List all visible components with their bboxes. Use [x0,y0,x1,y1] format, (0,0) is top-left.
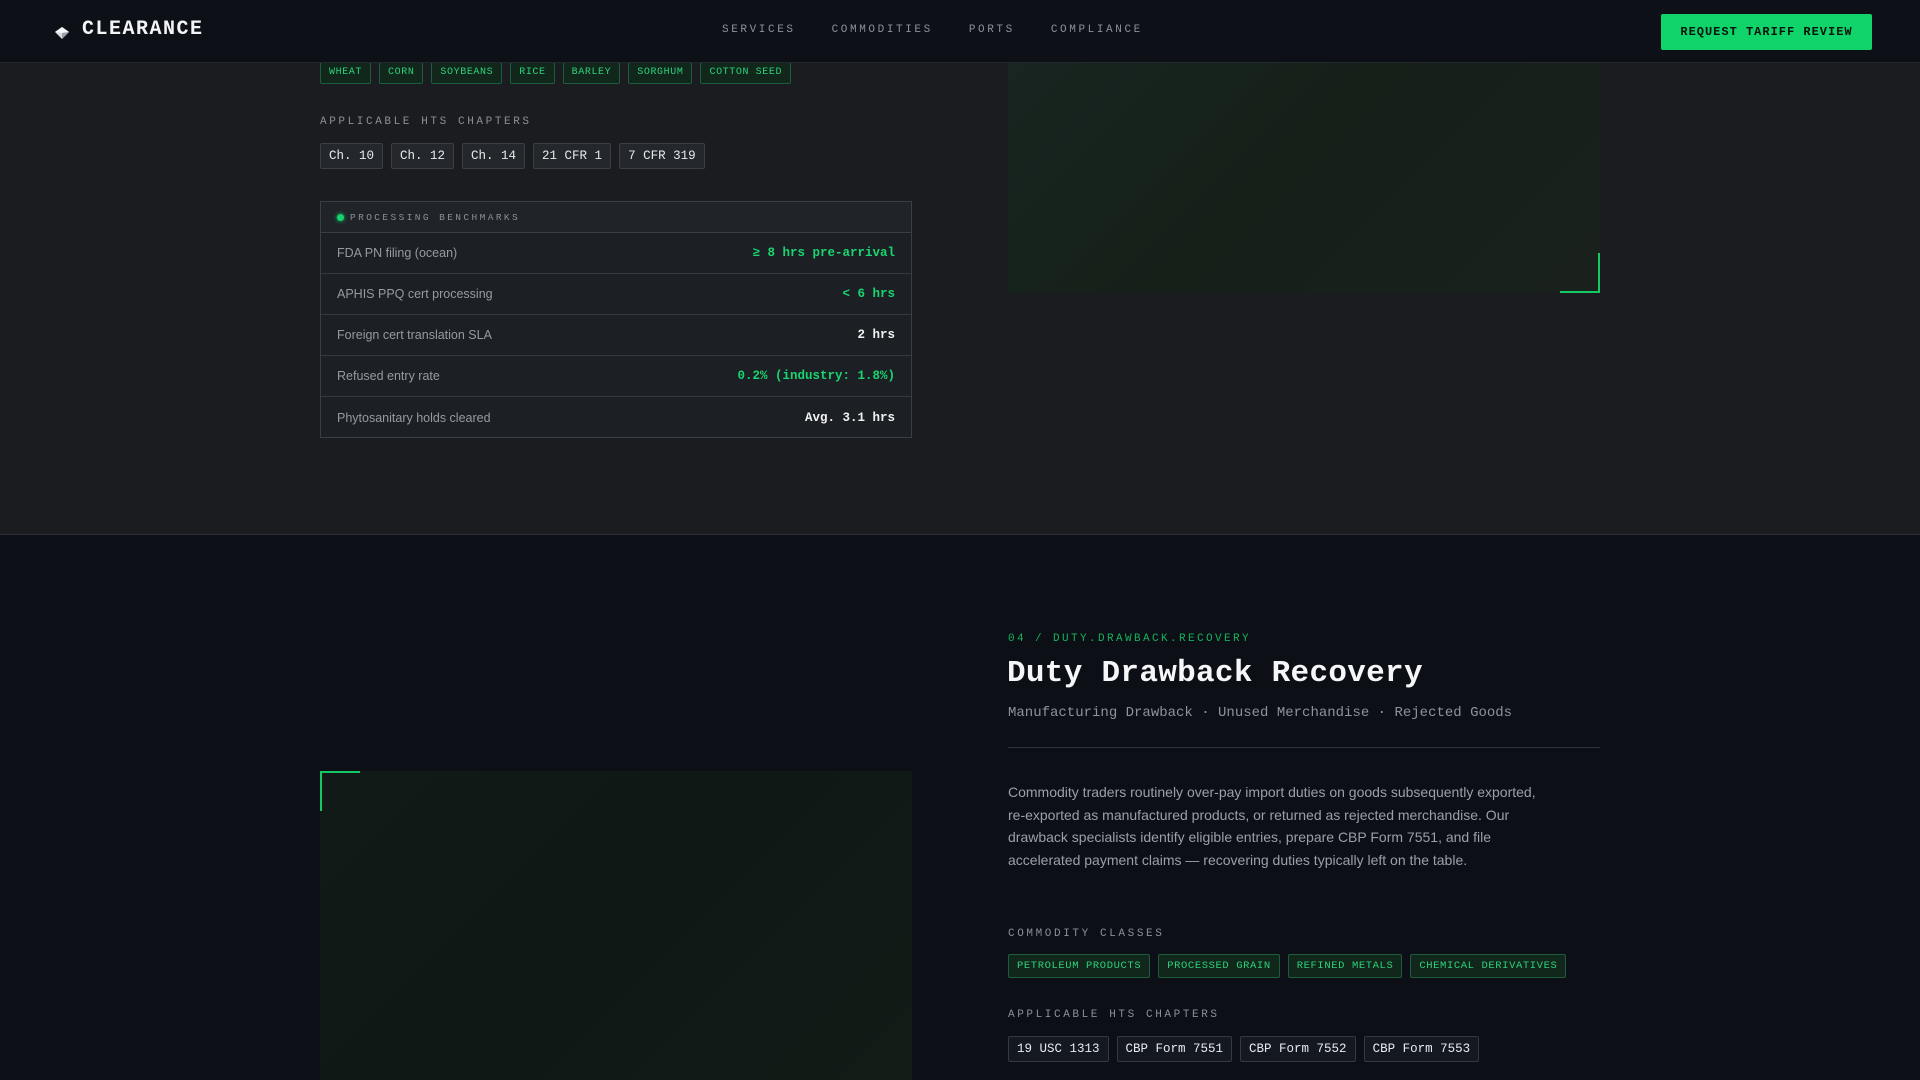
commodity-class-list: PETROLEUM PRODUCTS PROCESSED GRAIN REFIN… [1008,954,1567,978]
benchmark-row: Foreign cert translation SLA 2 hrs [321,315,911,356]
commodity-tag: CORN [379,62,424,84]
commodity-classes-label: COMMODITY CLASSES [1008,928,1165,940]
commodity-class-tag: PROCESSED GRAIN [1158,954,1280,978]
request-tariff-review-button[interactable]: REQUEST TARIFF REVIEW [1661,14,1872,50]
benchmarks-header: PROCESSING BENCHMARKS [321,202,911,233]
commodity-class-tag: CHEMICAL DERIVATIVES [1410,954,1567,978]
commodity-tag: BARLEY [562,62,621,84]
hts-chip-list: Ch. 10 Ch. 12 Ch. 14 21 CFR 1 7 CFR 319 [320,143,705,169]
benchmark-value: 2 hrs [857,328,895,342]
section-title: Duty Drawback Recovery [1007,656,1423,691]
section-subtitle: Manufacturing Drawback · Unused Merchand… [1008,705,1513,721]
benchmark-label: APHIS PPQ cert processing [337,287,493,301]
processing-benchmarks-table: PROCESSING BENCHMARKS FDA PN filing (oce… [320,201,912,438]
benchmark-label: Foreign cert translation SLA [337,328,492,342]
benchmark-row: FDA PN filing (ocean) ≥ 8 hrs pre-arriva… [321,233,911,274]
nav-commodities[interactable]: COMMODITIES [832,24,933,36]
benchmark-value: 0.2% (industry: 1.8%) [737,369,895,383]
benchmark-value: Avg. 3.1 hrs [804,410,895,425]
benchmark-value: < 6 hrs [842,287,895,301]
benchmark-label: Refused entry rate [337,369,440,383]
benchmark-row: Phytosanitary holds cleared Avg. 3.1 hrs [321,397,911,438]
section-image-panel [1008,63,1600,293]
hts-chapters-label: APPLICABLE HTS CHAPTERS [1008,1009,1220,1021]
status-dot-icon [337,213,344,221]
commodity-tag: RICE [510,62,555,84]
corner-bracket-decoration [1560,253,1600,293]
hts-chip: CBP Form 7551 [1116,1036,1233,1062]
diamond-icon [55,26,69,39]
divider [1008,747,1600,748]
hts-chip: 19 USC 1313 [1008,1036,1109,1062]
corner-bracket-decoration [320,771,360,811]
top-navigation-bar: CLEARANCE SERVICES COMMODITIES PORTS COM… [0,0,1920,63]
benchmark-row: Refused entry rate 0.2% (industry: 1.8%) [321,356,911,397]
commodity-class-tag: PETROLEUM PRODUCTS [1008,954,1151,978]
hts-chip: 7 CFR 319 [619,143,705,169]
grain-compliance-section: WHEAT CORN SOYBEANS RICE BARLEY SORGHUM … [0,0,1920,535]
main-nav: SERVICES COMMODITIES PORTS COMPLIANCE [722,24,1179,36]
benchmark-row: APHIS PPQ cert processing < 6 hrs [321,274,911,315]
commodity-tag-list: WHEAT CORN SOYBEANS RICE BARLEY SORGHUM … [320,62,792,84]
nav-services[interactable]: SERVICES [722,24,796,36]
hts-chip: Ch. 10 [320,143,384,169]
commodity-tag: WHEAT [320,62,372,84]
hts-chip: Ch. 12 [391,143,455,169]
section-image-panel [320,771,912,1080]
brand-name: CLEARANCE [82,18,204,41]
benchmark-label: Phytosanitary holds cleared [337,410,491,425]
commodity-tag: SOYBEANS [431,62,503,84]
benchmark-value: ≥ 8 hrs pre-arrival [752,246,895,260]
hts-chip: CBP Form 7552 [1240,1036,1356,1062]
brand-logo-link[interactable]: CLEARANCE [54,18,204,41]
hts-chip: Ch. 14 [462,143,526,169]
commodity-tag: COTTON SEED [700,62,792,84]
nav-ports[interactable]: PORTS [969,24,1015,36]
commodity-class-tag: REFINED METALS [1287,954,1403,978]
hts-chip: 21 CFR 1 [533,143,612,169]
hts-chapters-label: APPLICABLE HTS CHAPTERS [320,116,532,128]
section-eyebrow: 04 / DUTY.DRAWBACK.RECOVERY [1008,633,1252,645]
hts-chip: CBP Form 7553 [1363,1036,1480,1062]
nav-compliance[interactable]: COMPLIANCE [1051,24,1143,36]
benchmarks-title: PROCESSING BENCHMARKS [350,211,521,223]
hts-chip-list: 19 USC 1313 CBP Form 7551 CBP Form 7552 … [1008,1036,1480,1062]
duty-drawback-section [0,536,1920,1080]
section-description: Commodity traders routinely over-pay imp… [1008,784,1536,868]
commodity-tag: SORGHUM [628,62,693,84]
benchmark-label: FDA PN filing (ocean) [337,246,458,260]
